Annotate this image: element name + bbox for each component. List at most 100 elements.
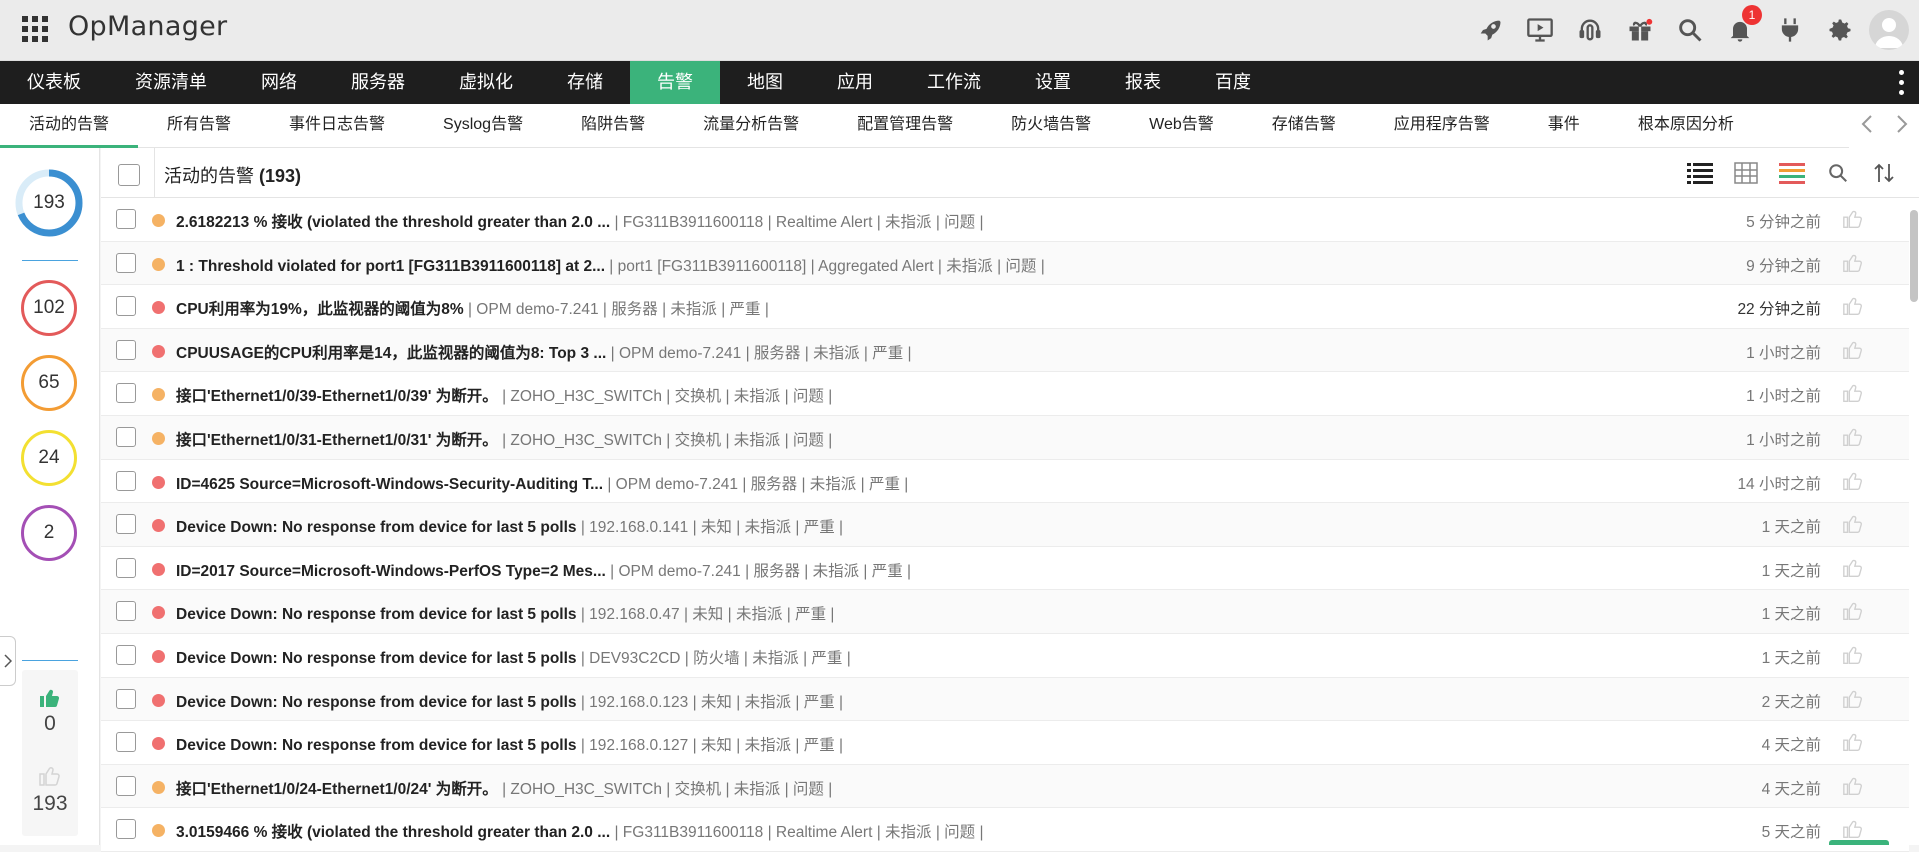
thumbs-up-outline-icon[interactable] xyxy=(37,764,63,788)
table-row[interactable]: Device Down: No response from device for… xyxy=(101,721,1909,765)
subtab-6[interactable]: 配置管理告警 xyxy=(828,104,982,148)
row-checkbox[interactable] xyxy=(116,339,136,360)
alarm-text[interactable]: ID=4625 Source=Microsoft-Windows-Securit… xyxy=(176,472,908,494)
alarm-message[interactable]: ID=2017 Source=Microsoft-Windows-PerfOS … xyxy=(176,563,606,580)
user-avatar-icon[interactable] xyxy=(1869,10,1909,50)
row-checkbox[interactable] xyxy=(116,732,136,753)
chevron-left-icon[interactable] xyxy=(1861,114,1873,138)
search-icon[interactable] xyxy=(1825,160,1851,186)
alarm-message[interactable]: Device Down: No response from device for… xyxy=(176,737,577,754)
alarm-text[interactable]: 3.0159466 % 接收 (violated the threshold g… xyxy=(176,820,984,842)
list-view-icon[interactable] xyxy=(1687,160,1713,186)
subtab-10[interactable]: 应用程序告警 xyxy=(1365,104,1519,148)
subtab-4[interactable]: 陷阱告警 xyxy=(552,104,674,148)
table-row[interactable]: ID=4625 Source=Microsoft-Windows-Securit… xyxy=(101,459,1909,504)
thumbs-up-icon[interactable] xyxy=(1841,688,1865,710)
table-row[interactable]: 接口'Ethernet1/0/31-Ethernet1/0/31' 为断开。 |… xyxy=(101,415,1909,460)
alarm-message[interactable]: 接口'Ethernet1/0/31-Ethernet1/0/31' 为断开。 xyxy=(176,432,498,449)
subtab-2[interactable]: 事件日志告警 xyxy=(260,104,414,148)
scrollbar[interactable] xyxy=(1909,208,1919,845)
app-grid-icon[interactable] xyxy=(22,16,48,42)
row-checkbox[interactable] xyxy=(116,819,136,840)
alarm-message[interactable]: 1 : Threshold violated for port1 [FG311B… xyxy=(176,258,605,275)
alarm-message[interactable]: Device Down: No response from device for… xyxy=(176,650,577,667)
thumbs-up-icon[interactable] xyxy=(1841,470,1865,492)
alarm-text[interactable]: Device Down: No response from device for… xyxy=(176,646,851,668)
alarm-message[interactable]: 3.0159466 % 接收 (violated the threshold g… xyxy=(176,824,610,841)
alarm-text[interactable]: 接口'Ethernet1/0/24-Ethernet1/0/24' 为断开。 |… xyxy=(176,777,832,799)
subtab-3[interactable]: Syslog告警 xyxy=(414,104,552,148)
alarm-text[interactable]: 接口'Ethernet1/0/31-Ethernet1/0/31' 为断开。 |… xyxy=(176,428,832,450)
thumbs-up-icon[interactable] xyxy=(1841,208,1865,230)
thumbs-up-icon[interactable] xyxy=(1841,644,1865,666)
thumbs-up-icon[interactable] xyxy=(1841,339,1865,361)
search-icon[interactable] xyxy=(1665,0,1715,60)
attention-count[interactable]: 24 xyxy=(21,430,77,486)
scrollbar-thumb[interactable] xyxy=(1910,210,1918,302)
row-checkbox[interactable] xyxy=(116,296,136,317)
nav-item-11[interactable]: 报表 xyxy=(1098,61,1188,104)
service-down-count[interactable]: 2 xyxy=(21,505,77,561)
subtab-7[interactable]: 防火墙告警 xyxy=(982,104,1120,148)
alarm-text[interactable]: Device Down: No response from device for… xyxy=(176,690,843,712)
nav-item-4[interactable]: 虚拟化 xyxy=(432,61,540,104)
nav-item-12[interactable]: 百度 xyxy=(1188,61,1278,104)
rocket-icon[interactable] xyxy=(1465,0,1515,60)
row-checkbox[interactable] xyxy=(116,209,136,229)
thumbs-up-icon[interactable] xyxy=(1841,818,1865,840)
alarm-text[interactable]: Device Down: No response from device for… xyxy=(176,733,843,755)
table-row[interactable]: 1 : Threshold violated for port1 [FG311B… xyxy=(101,241,1909,286)
alarm-message[interactable]: Device Down: No response from device for… xyxy=(176,694,577,711)
table-row[interactable]: 接口'Ethernet1/0/24-Ethernet1/0/24' 为断开。 |… xyxy=(101,764,1909,809)
table-row[interactable]: Device Down: No response from device for… xyxy=(101,633,1909,678)
table-row[interactable]: CPUUSAGE的CPU利用率是14，此监视器的阈值为8: Top 3 ... … xyxy=(101,328,1909,373)
sidebar-toggle[interactable] xyxy=(0,636,16,686)
nav-item-10[interactable]: 设置 xyxy=(1008,61,1098,104)
nav-item-7[interactable]: 地图 xyxy=(720,61,810,104)
alarm-message[interactable]: CPUUSAGE的CPU利用率是14，此监视器的阈值为8: Top 3 ... xyxy=(176,345,606,362)
subtab-8[interactable]: Web告警 xyxy=(1120,104,1243,148)
row-checkbox[interactable] xyxy=(116,688,136,709)
thumbs-up-icon[interactable] xyxy=(37,686,63,710)
table-row[interactable]: Device Down: No response from device for… xyxy=(101,503,1909,547)
grid-view-icon[interactable] xyxy=(1733,160,1759,186)
alarm-text[interactable]: 1 : Threshold violated for port1 [FG311B… xyxy=(176,254,1045,276)
presentation-icon[interactable] xyxy=(1515,0,1565,60)
subtab-9[interactable]: 存储告警 xyxy=(1243,104,1365,148)
row-checkbox[interactable] xyxy=(116,470,136,491)
chevron-right-icon[interactable] xyxy=(1896,114,1908,138)
nav-item-2[interactable]: 网络 xyxy=(234,61,324,104)
nav-item-3[interactable]: 服务器 xyxy=(324,61,432,104)
thumbs-up-icon[interactable] xyxy=(1841,513,1865,535)
subtab-1[interactable]: 所有告警 xyxy=(138,104,260,148)
thumbs-up-icon[interactable] xyxy=(1841,557,1865,579)
nav-item-0[interactable]: 仪表板 xyxy=(0,61,108,104)
thumbs-up-icon[interactable] xyxy=(1841,775,1865,797)
thumbs-up-icon[interactable] xyxy=(1841,295,1865,317)
severity-view-icon[interactable] xyxy=(1779,160,1805,186)
row-checkbox[interactable] xyxy=(116,601,136,622)
nav-item-9[interactable]: 工作流 xyxy=(900,61,1008,104)
critical-count[interactable]: 102 xyxy=(21,280,77,336)
alarm-text[interactable]: ID=2017 Source=Microsoft-Windows-PerfOS … xyxy=(176,559,911,581)
row-checkbox[interactable] xyxy=(116,252,136,273)
alarm-message[interactable]: Device Down: No response from device for… xyxy=(176,606,577,623)
nav-item-1[interactable]: 资源清单 xyxy=(108,61,234,104)
table-row[interactable]: Device Down: No response from device for… xyxy=(101,590,1909,634)
total-alarms-count[interactable]: 193 xyxy=(14,168,84,238)
table-row[interactable]: 2.6182213 % 接收 (violated the threshold g… xyxy=(101,198,1909,242)
table-row[interactable]: CPU利用率为19%，此监视器的阈值为8% | OPM demo-7.241 |… xyxy=(101,285,1909,329)
gift-icon[interactable] xyxy=(1615,0,1665,60)
alarm-message[interactable]: 接口'Ethernet1/0/24-Ethernet1/0/24' 为断开。 xyxy=(176,781,498,798)
subtab-11[interactable]: 事件 xyxy=(1519,104,1609,148)
table-row[interactable]: 接口'Ethernet1/0/39-Ethernet1/0/39' 为断开。 |… xyxy=(101,372,1909,416)
thumbs-up-icon[interactable] xyxy=(1841,731,1865,753)
table-row[interactable]: 3.0159466 % 接收 (violated the threshold g… xyxy=(101,808,1909,852)
gear-icon[interactable] xyxy=(1815,0,1865,60)
row-checkbox[interactable] xyxy=(116,775,136,796)
table-row[interactable]: Device Down: No response from device for… xyxy=(101,677,1909,722)
alarm-text[interactable]: CPU利用率为19%，此监视器的阈值为8% | OPM demo-7.241 |… xyxy=(176,297,769,319)
headset-icon[interactable] xyxy=(1565,0,1615,60)
plug-icon[interactable] xyxy=(1765,0,1815,60)
alarm-text[interactable]: 2.6182213 % 接收 (violated the threshold g… xyxy=(176,210,984,232)
